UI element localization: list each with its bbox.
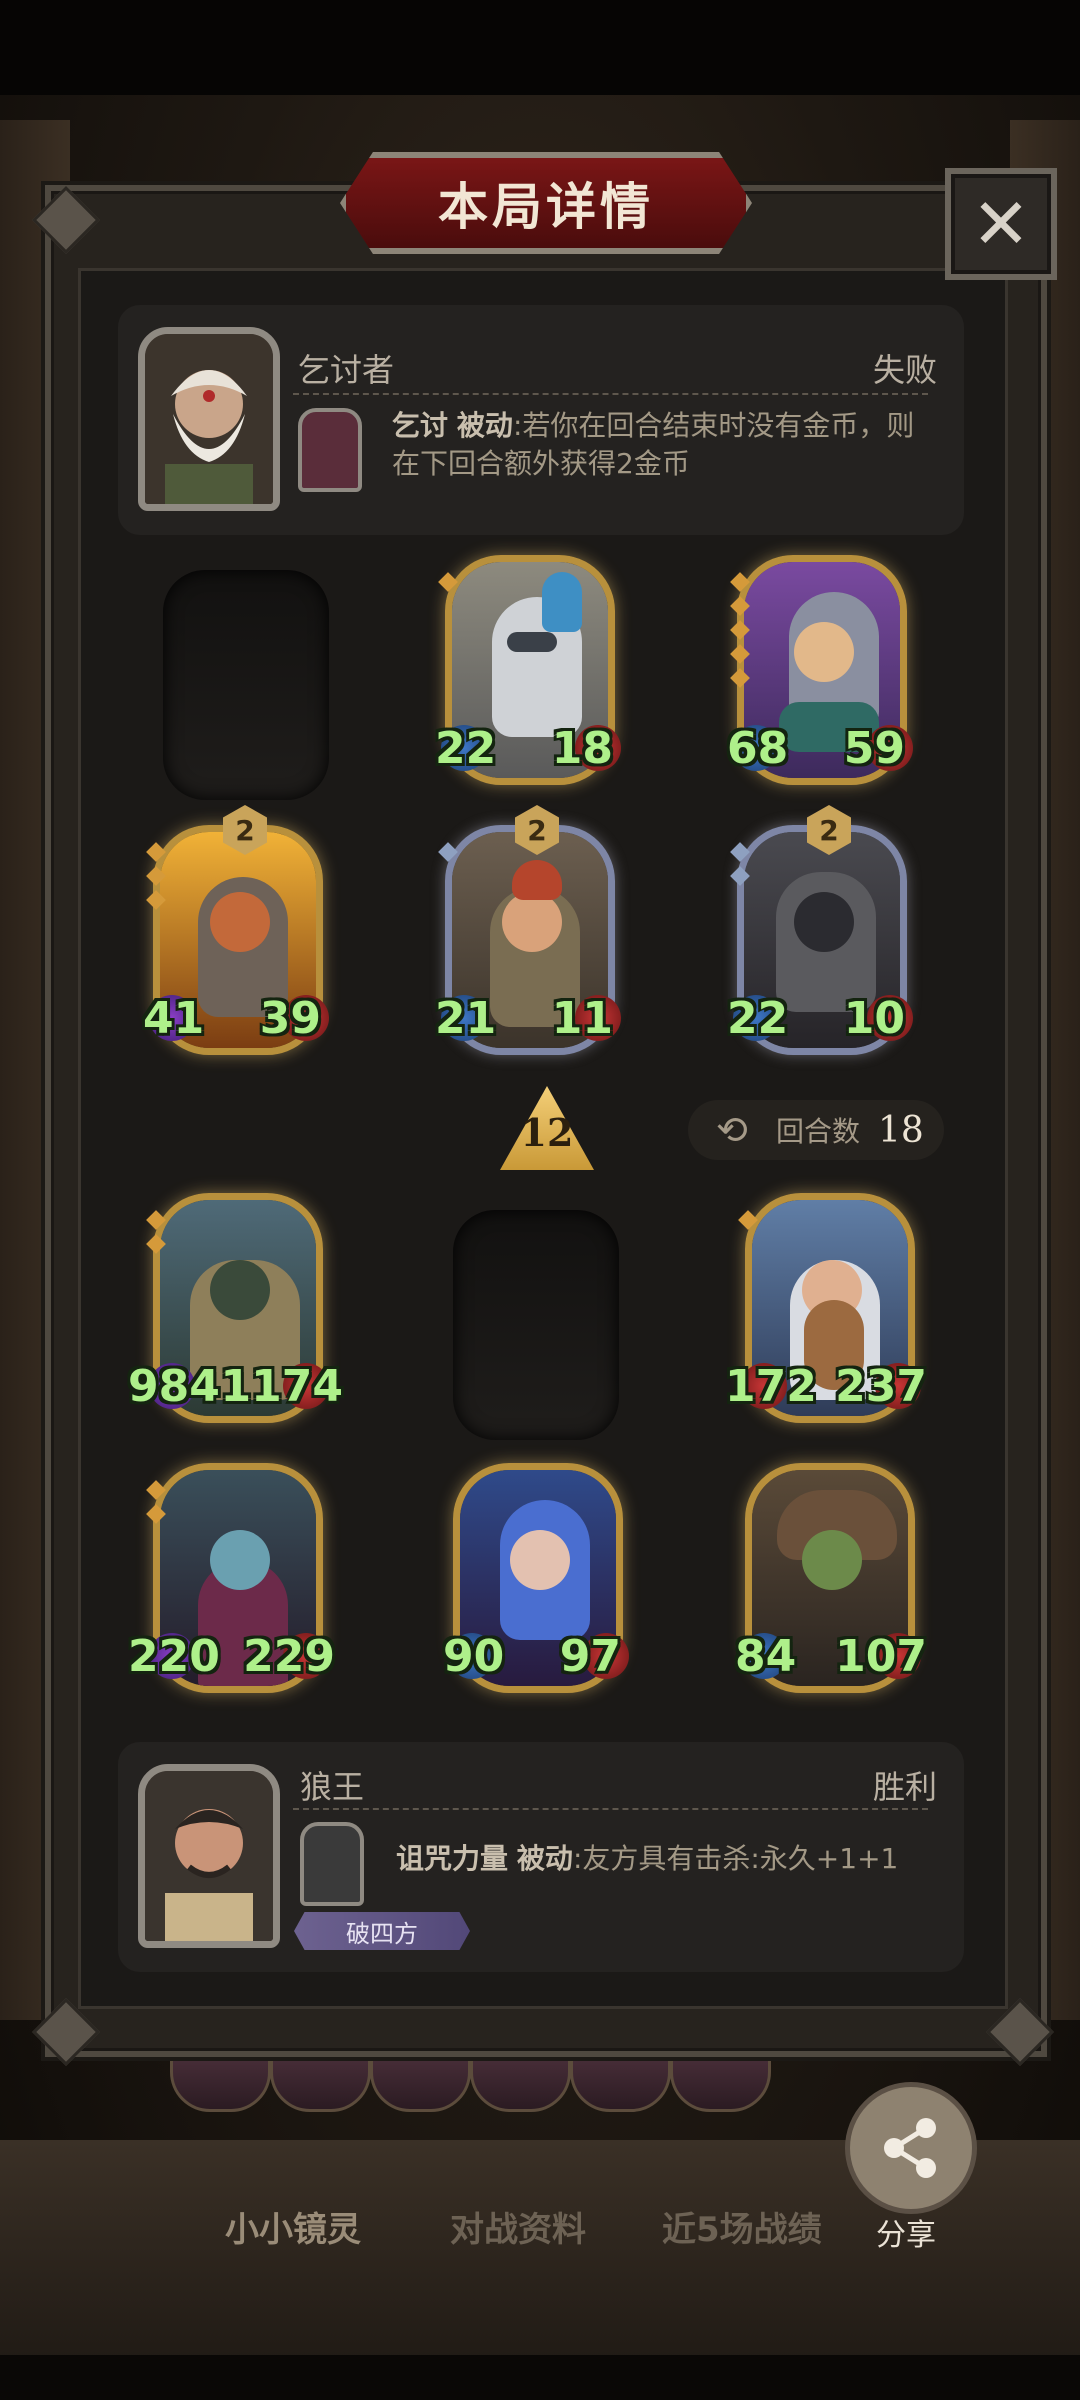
turn-count-value: 18 xyxy=(878,1109,924,1151)
strip-item xyxy=(270,2050,371,2112)
minion-attack: 220 xyxy=(128,1631,220,1682)
bottom-edge xyxy=(0,2355,1080,2400)
divider xyxy=(293,393,928,395)
player-skill-desc: 诅咒力量 被动:友方具有击杀:永久+1+1 xyxy=(396,1840,936,1878)
dialog-title: 本局详情 xyxy=(438,178,654,236)
opponent-result: 失败 xyxy=(873,351,938,389)
opponent-panel: 乞讨者 失败 乞讨 被动:若你在回合结束时没有金币，则在下回合额外获得2金币 xyxy=(118,305,964,535)
minion-health: 11 xyxy=(551,993,613,1044)
minion-card[interactable]: 2 22 10 xyxy=(727,805,913,1055)
player-tag-badge: 破四方 xyxy=(294,1912,470,1950)
strip-item xyxy=(170,2050,271,2112)
strip-item xyxy=(670,2050,771,2112)
close-icon: ✕ xyxy=(971,183,1031,265)
minion-attack: 84 xyxy=(735,1631,797,1682)
background-minion-strip xyxy=(160,2050,900,2112)
share-button[interactable] xyxy=(845,2082,977,2214)
skill-text: :友方具有击杀:永久+1+1 xyxy=(572,1842,899,1875)
opponent-portrait[interactable] xyxy=(138,327,280,511)
opponent-skill-icon[interactable] xyxy=(298,408,362,492)
player-panel: 狼王 胜利 诅咒力量 被动:友方具有击杀:永久+1+1 破四方 xyxy=(118,1742,964,1972)
minion-card[interactable]: 84 107 xyxy=(735,1463,927,1693)
minion-card[interactable]: 90 97 xyxy=(443,1463,629,1693)
opponent-hero-name: 乞讨者 xyxy=(298,351,395,389)
tab-recent-5[interactable]: 近5场战绩 xyxy=(662,2202,822,2251)
status-bar-area xyxy=(0,0,1080,95)
strip-item xyxy=(370,2050,471,2112)
minion-attack: 90 xyxy=(443,1631,505,1682)
minion-health: 18 xyxy=(551,723,613,774)
minion-attack: 22 xyxy=(435,723,497,774)
player-result: 胜利 xyxy=(873,1768,938,1806)
empty-slot xyxy=(163,570,329,800)
minion-card[interactable]: 68 59 xyxy=(727,555,913,785)
minion-health: 39 xyxy=(259,993,321,1044)
turn-count-box: ⟲ 回合数 18 xyxy=(688,1100,944,1160)
close-button[interactable]: ✕ xyxy=(945,168,1057,280)
minion-card[interactable]: 984 1174 xyxy=(128,1193,343,1423)
strip-item xyxy=(470,2050,571,2112)
title-banner: 本局详情 xyxy=(340,152,752,254)
minion-health: 237 xyxy=(835,1361,927,1412)
minion-attack: 21 xyxy=(435,993,497,1044)
opponent-skill-desc: 乞讨 被动:若你在回合结束时没有金币，则在下回合额外获得2金币 xyxy=(392,407,932,483)
minion-health: 1174 xyxy=(220,1361,343,1412)
tab-battle-info[interactable]: 对战资料 xyxy=(450,2202,586,2251)
minion-card[interactable]: 220 229 xyxy=(128,1463,335,1693)
minion-card[interactable]: 22 18 xyxy=(435,555,621,785)
skill-name: 诅咒力量 xyxy=(396,1842,509,1875)
player-hero-name: 狼王 xyxy=(300,1768,365,1806)
minion-health: 59 xyxy=(843,723,905,774)
tab-mirror[interactable]: 小小镜灵 xyxy=(225,2202,361,2251)
player-skill-icon[interactable] xyxy=(300,1822,364,1906)
minion-health: 107 xyxy=(835,1631,927,1682)
tavern-tier-value: 12 xyxy=(520,1110,574,1155)
refresh-icon: ⟲ xyxy=(716,1108,748,1152)
skill-name: 乞讨 xyxy=(392,409,449,442)
divider xyxy=(293,1808,928,1810)
share-label: 分享 xyxy=(876,2218,936,2253)
minion-card[interactable]: 172 237 xyxy=(725,1193,927,1423)
minion-attack: 68 xyxy=(727,723,789,774)
minion-card[interactable]: 2 41 39 xyxy=(143,805,329,1055)
minion-card[interactable]: 2 21 11 xyxy=(435,805,621,1055)
minion-health: 229 xyxy=(243,1631,335,1682)
minion-health: 97 xyxy=(559,1631,621,1682)
minion-health: 10 xyxy=(843,993,905,1044)
skill-type: 被动 xyxy=(516,1842,573,1875)
strip-item xyxy=(570,2050,671,2112)
minion-attack: 22 xyxy=(727,993,789,1044)
minion-attack: 984 xyxy=(128,1361,220,1412)
minion-attack: 172 xyxy=(725,1361,817,1412)
empty-slot xyxy=(453,1210,619,1440)
turn-count-label: 回合数 xyxy=(776,1115,861,1148)
player-portrait[interactable] xyxy=(138,1764,280,1948)
skill-type: 被动 xyxy=(456,409,513,442)
minion-attack: 41 xyxy=(143,993,205,1044)
share-icon xyxy=(884,2118,936,2178)
